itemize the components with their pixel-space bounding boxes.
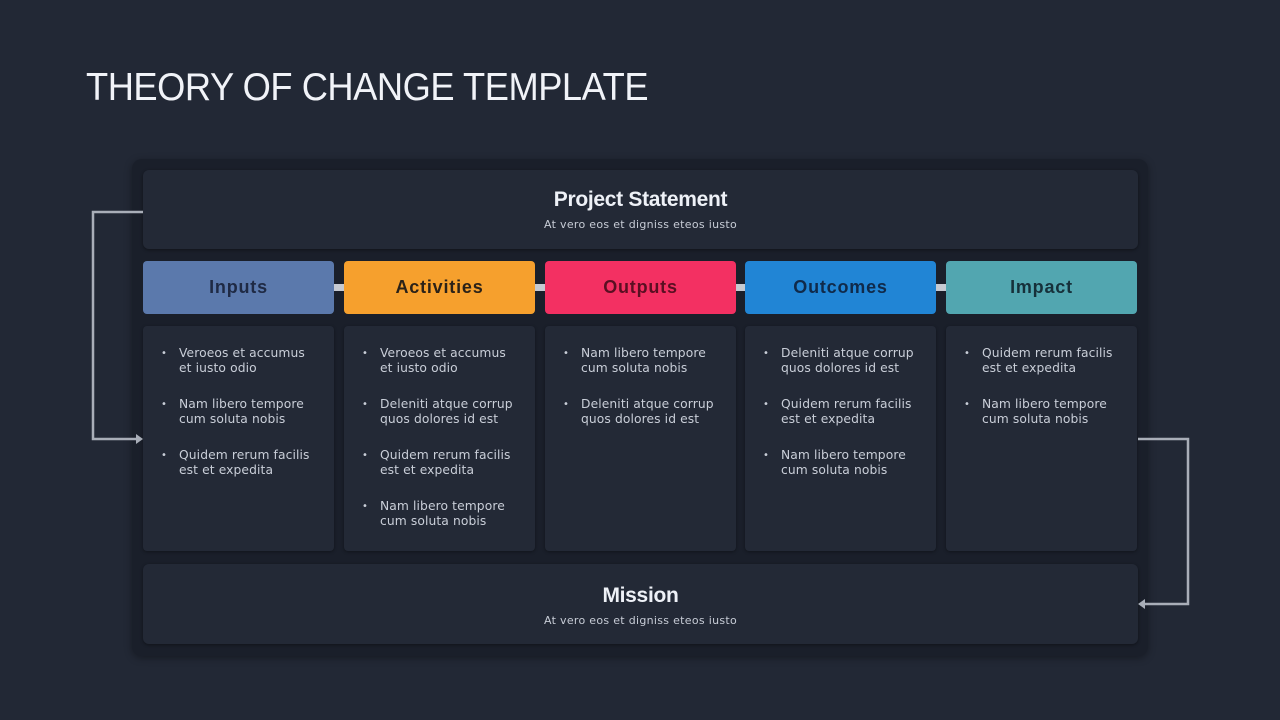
mission-title: Mission [602, 584, 679, 607]
stage-body-activities: • Veroeos et accumus et iusto odio • Deleni… [344, 326, 535, 551]
list-item-text: Veroeos et accumus et iusto odio [380, 346, 506, 375]
bullet-icon: • [964, 348, 970, 359]
project-statement-subtitle: At vero eos et digniss eteos iusto [543, 218, 738, 231]
stage-header-outputs: Outputs [545, 261, 736, 314]
list-item-text: Deleniti atque corrup quos dolores id es… [581, 397, 714, 426]
stage-body-outputs: • Nam libero tempore cum soluta nobis • Del… [545, 326, 736, 551]
bullet-icon: • [161, 450, 167, 461]
list-item-text: Nam libero tempore cum soluta nobis [380, 499, 505, 528]
stage-connector [735, 284, 745, 291]
bullet-icon: • [161, 399, 167, 410]
bullet-icon: • [563, 348, 569, 359]
mission-panel: Mission At vero eos et digniss eteos ius… [143, 564, 1138, 644]
project-statement-panel: Project Statement At vero eos et digniss… [143, 170, 1138, 249]
stage-body-outcomes: • Deleniti atque corrup quos dolores id e… [745, 326, 936, 551]
stage-item-list: • Quidem rerum facilis est et expedita • Na… [964, 346, 1123, 427]
bullet-icon: • [763, 348, 769, 359]
list-item-text: Nam libero tempore cum soluta nobis [781, 448, 906, 477]
list-item: • Nam libero tempore cum soluta nobis [964, 397, 1123, 427]
list-item: • Deleniti atque corrup quos dolores id e… [362, 397, 521, 427]
bullet-icon: • [964, 399, 970, 410]
bullet-icon: • [362, 501, 368, 512]
stage-body-inputs: • Veroeos et accumus et iusto odio • Nam li… [143, 326, 334, 551]
stage-body-impact: • Quidem rerum facilis est et expedita • Na… [946, 326, 1137, 551]
list-item-text: Quidem rerum facilis est et expedita [982, 346, 1113, 375]
list-item: • Veroeos et accumus et iusto odio [362, 346, 521, 376]
list-item: • Quidem rerum facilis est et expedita [161, 448, 320, 478]
list-item-text: Nam libero tempore cum soluta nobis [581, 346, 706, 375]
stage-header-inputs: Inputs [143, 261, 334, 314]
list-item-text: Quidem rerum facilis est et expedita [380, 448, 511, 477]
bullet-icon: • [563, 399, 569, 410]
slide-title: THEORY OF CHANGE TEMPLATE [86, 66, 649, 109]
list-item-text: Nam libero tempore cum soluta nobis [982, 397, 1107, 426]
list-item: • Veroeos et accumus et iusto odio [161, 346, 320, 376]
bullet-icon: • [763, 450, 769, 461]
list-item-text: Nam libero tempore cum soluta nobis [179, 397, 304, 426]
list-item-text: Deleniti atque corrup quos dolores id es… [781, 346, 914, 375]
list-item: • Nam libero tempore cum soluta nobis [763, 448, 922, 478]
bullet-icon: • [362, 399, 368, 410]
stage-connector [535, 284, 545, 291]
stage-connector [936, 284, 946, 291]
stage-label: Impact [1010, 277, 1073, 297]
list-item-text: Deleniti atque corrup quos dolores id es… [380, 397, 513, 426]
stage-item-list: • Deleniti atque corrup quos dolores id e… [763, 346, 922, 478]
list-item: • Quidem rerum facilis est et expedita [964, 346, 1123, 376]
stage-item-list: • Veroeos et accumus et iusto odio • Deleni… [362, 346, 521, 529]
bullet-icon: • [763, 399, 769, 410]
stage-connector [334, 284, 344, 291]
list-item: • Quidem rerum facilis est et expedita [362, 448, 521, 478]
stage-header-activities: Activities [344, 261, 535, 314]
list-item-text: Quidem rerum facilis est et expedita [781, 397, 912, 426]
stage-header-impact: Impact [946, 261, 1137, 314]
bullet-icon: • [362, 348, 368, 359]
list-item: • Deleniti atque corrup quos dolores id e… [563, 397, 722, 427]
project-statement-title: Project Statement [553, 188, 728, 211]
stage-label: Outcomes [793, 277, 888, 297]
stage-label: Activities [395, 277, 484, 297]
list-item: • Nam libero tempore cum soluta nobis [563, 346, 722, 376]
bullet-icon: • [362, 450, 368, 461]
stage-header-outcomes: Outcomes [745, 261, 936, 314]
stage-item-list: • Veroeos et accumus et iusto odio • Nam li… [161, 346, 320, 478]
bullet-icon: • [161, 348, 167, 359]
stage-label: Inputs [209, 277, 268, 297]
mission-subtitle: At vero eos et digniss eteos iusto [543, 614, 738, 627]
stage-item-list: • Nam libero tempore cum soluta nobis • Del… [563, 346, 722, 427]
stage-label: Outputs [603, 277, 678, 297]
list-item: • Nam libero tempore cum soluta nobis [362, 499, 521, 529]
list-item-text: Quidem rerum facilis est et expedita [179, 448, 310, 477]
list-item-text: Veroeos et accumus et iusto odio [179, 346, 305, 375]
list-item: • Nam libero tempore cum soluta nobis [161, 397, 320, 427]
list-item: • Quidem rerum facilis est et expedita [763, 397, 922, 427]
list-item: • Deleniti atque corrup quos dolores id e… [763, 346, 922, 376]
